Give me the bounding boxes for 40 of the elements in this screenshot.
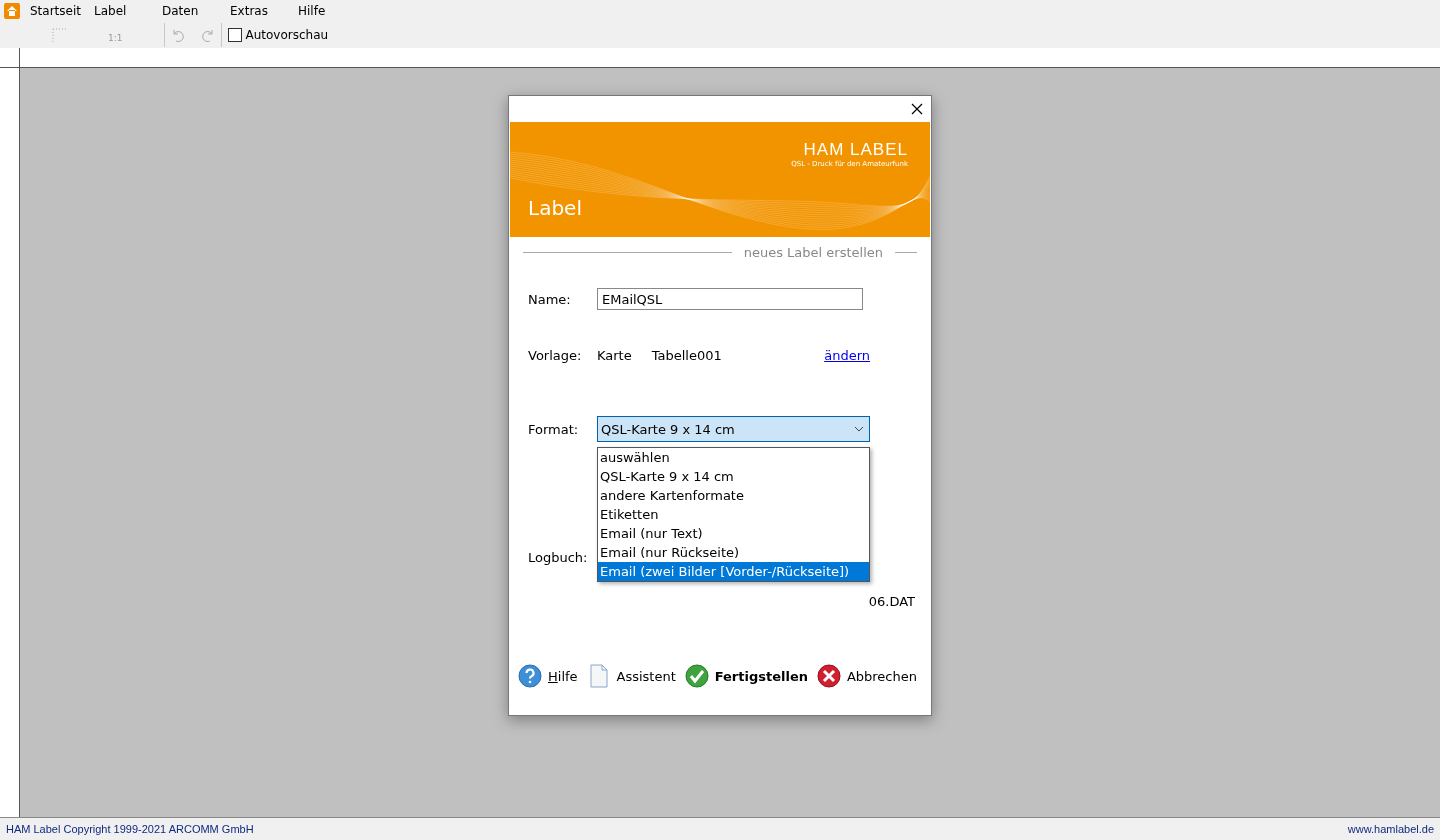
cancel-icon <box>816 664 841 688</box>
menu-item[interactable]: Hilfe <box>296 4 364 18</box>
logbook-path: 06.DAT <box>868 594 915 609</box>
format-option[interactable]: auswählen <box>598 448 869 467</box>
logo-text: HAM LABEL <box>803 140 908 160</box>
menu-item[interactable]: Startseit <box>28 4 92 18</box>
cancel-button[interactable]: Abbrechen <box>816 664 917 688</box>
format-option[interactable]: Email (nur Rückseite) <box>598 543 869 562</box>
banner-title: Label <box>528 196 582 220</box>
home-icon[interactable] <box>4 3 20 19</box>
logbook-label: Logbuch: <box>528 550 589 565</box>
format-option[interactable]: QSL-Karte 9 x 14 cm <box>598 467 869 486</box>
menu-item[interactable]: Label <box>92 4 160 18</box>
change-link[interactable]: ändern <box>824 348 870 363</box>
format-label: Format: <box>528 421 580 437</box>
name-label: Name: <box>528 291 572 307</box>
help-button[interactable]: Hilfe <box>518 664 578 688</box>
help-icon <box>518 664 542 688</box>
finish-button[interactable]: Fertigstellen <box>684 664 808 688</box>
template-label: Vorlage: <box>528 348 583 363</box>
template-type: Karte <box>597 348 632 363</box>
name-field[interactable]: EMailQSL <box>597 288 863 310</box>
ruler-icon[interactable] <box>50 26 68 44</box>
template-table: Tabelle001 <box>651 348 722 363</box>
menu-item[interactable]: Daten <box>160 4 228 18</box>
website-link[interactable]: www.hamlabel.de <box>1347 823 1434 835</box>
check-icon <box>684 664 709 688</box>
format-option[interactable]: Email (zwei Bilder [Vorder-/Rückseite]) <box>598 562 869 581</box>
ruler-corner <box>0 48 20 68</box>
menu-item[interactable]: Extras <box>228 4 296 18</box>
wizard-button[interactable]: Assistent <box>586 664 676 688</box>
autopreview-checkbox[interactable]: Autovorschau <box>228 28 329 42</box>
format-option[interactable]: Etiketten <box>598 505 869 524</box>
format-dropdown[interactable]: QSL-Karte 9 x 14 cm <box>597 416 870 442</box>
chevron-down-icon[interactable] <box>854 426 864 432</box>
close-icon[interactable] <box>911 103 923 115</box>
format-option[interactable]: andere Kartenformate <box>598 486 869 505</box>
copyright-text: HAM Label Copyright 1999-2021 ARCOMM GmbH <box>6 823 254 835</box>
section-title: neues Label erstellen <box>743 245 883 260</box>
format-option[interactable]: Email (nur Text) <box>598 524 869 543</box>
